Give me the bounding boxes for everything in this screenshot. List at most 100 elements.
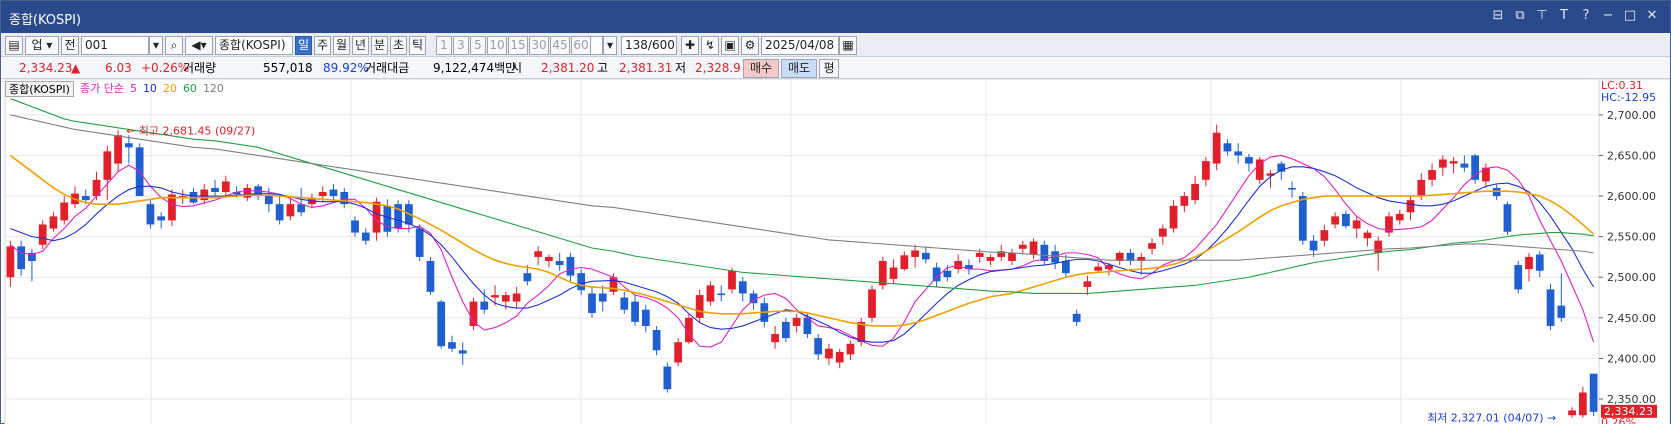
high-label: 고 bbox=[597, 61, 609, 75]
candle-body bbox=[1223, 143, 1232, 152]
candle-body bbox=[921, 252, 930, 260]
low-annotation: 최저 2,327.01 (04/07) → bbox=[1427, 412, 1556, 424]
sell-button[interactable]: 매도 bbox=[781, 59, 817, 78]
candle-body bbox=[728, 270, 736, 290]
buy-button[interactable]: 매수 bbox=[743, 59, 779, 78]
interval-button-4[interactable]: 15 bbox=[508, 36, 528, 55]
period-tab-0[interactable]: 일 bbox=[295, 36, 312, 55]
candle-body bbox=[1309, 240, 1318, 251]
window-link-icon[interactable]: ⧉ bbox=[1512, 8, 1528, 24]
candle-body bbox=[1158, 228, 1167, 237]
gear-icon[interactable]: ⚙ bbox=[741, 36, 759, 55]
hc-label: HC:-12.95 bbox=[1601, 91, 1656, 104]
candle-body bbox=[1169, 205, 1178, 229]
price-chart[interactable]: 2,700.00 2,650.00 2,600.00 2,550.00 2,500.00… bbox=[1, 78, 1671, 424]
candle-body bbox=[1460, 163, 1469, 168]
market-label: 업 bbox=[31, 38, 43, 52]
candle-body bbox=[1298, 196, 1307, 241]
legend-ma10: 10 bbox=[142, 82, 157, 95]
high-annotation: ← 최고 2,681.45 (09/27) bbox=[126, 124, 255, 137]
chart-legend: 종합(KOSPI) 종가 단순 5 10 20 60 120 bbox=[5, 81, 224, 97]
candle-body bbox=[588, 293, 596, 313]
eval-button[interactable]: 평 bbox=[819, 59, 839, 78]
code-input[interactable]: 001 bbox=[81, 36, 149, 55]
candle-body bbox=[1406, 200, 1415, 213]
compare-icon[interactable]: ↯ bbox=[701, 36, 719, 55]
search-icon[interactable]: ⌕ bbox=[165, 36, 183, 55]
candle-body bbox=[1072, 313, 1081, 322]
candle-body bbox=[1589, 373, 1598, 412]
calendar-icon[interactable]: ▦ bbox=[839, 36, 857, 55]
candle-body bbox=[318, 191, 327, 197]
interval-button-5[interactable]: 30 bbox=[529, 36, 549, 55]
quote-bar: 2,334.23 ▲ 6.03 +0.26% 거래량 557,018 89.92… bbox=[1, 57, 1670, 79]
volume-pct: 89.92% bbox=[323, 61, 369, 75]
candle-body bbox=[738, 281, 747, 294]
period-tab-5[interactable]: 초 bbox=[390, 36, 407, 55]
help-icon[interactable]: ? bbox=[1578, 8, 1594, 24]
price-change-pct: +0.26% bbox=[141, 61, 190, 75]
interval-button-2[interactable]: 5 bbox=[470, 36, 486, 55]
candle-body bbox=[663, 366, 672, 390]
legend-ma5: 5 bbox=[129, 82, 137, 95]
prev-button[interactable]: 전 bbox=[61, 36, 79, 55]
candle-body bbox=[943, 270, 952, 278]
code-dropdown-icon[interactable]: ▾ bbox=[149, 36, 163, 55]
candle-body bbox=[60, 202, 69, 221]
legend-ma20: 20 bbox=[162, 82, 177, 95]
candle-body bbox=[534, 251, 543, 257]
candle-body bbox=[555, 261, 564, 266]
crosshair-icon[interactable]: ✚ bbox=[681, 36, 699, 55]
market-select[interactable]: 업 ▾ bbox=[25, 36, 59, 55]
low-label: 저 bbox=[675, 61, 687, 75]
candle-body bbox=[491, 295, 499, 298]
settings-icon[interactable]: ▤ bbox=[5, 36, 23, 55]
candle-body bbox=[1578, 392, 1587, 416]
toolbar: ▤ 업 ▾ 전 001 ▾ ⌕ ◀▾ 종합(KOSPI) 1 ▾ 138/600… bbox=[1, 33, 1670, 57]
candle-body bbox=[878, 261, 887, 286]
candle-body bbox=[835, 351, 844, 363]
y-tick-label: 2,600.00 bbox=[1607, 190, 1656, 203]
candle-body bbox=[512, 293, 521, 302]
close-icon[interactable]: ✕ bbox=[1644, 8, 1660, 24]
candle-body bbox=[771, 334, 779, 343]
y-tick-label: 2,400.00 bbox=[1607, 352, 1656, 365]
candle-body bbox=[1331, 216, 1340, 225]
font-t-icon[interactable]: T bbox=[1556, 8, 1572, 24]
sound-icon[interactable]: ◀▾ bbox=[185, 36, 213, 55]
candle-body bbox=[641, 309, 650, 326]
candle-body bbox=[975, 252, 984, 257]
count-input[interactable]: 138/600 bbox=[621, 36, 677, 55]
candle-body bbox=[631, 301, 639, 322]
period-tab-4[interactable]: 분 bbox=[371, 36, 388, 55]
candle-body bbox=[674, 342, 683, 363]
candle-body bbox=[1514, 265, 1523, 290]
interval-button-6[interactable]: 45 bbox=[550, 36, 570, 55]
period-tab-1[interactable]: 주 bbox=[314, 36, 331, 55]
interval-button-7[interactable]: 60 bbox=[571, 36, 591, 55]
window-layout-icon[interactable]: ⊟ bbox=[1490, 8, 1506, 24]
date-input[interactable]: 2025/04/08 bbox=[761, 36, 839, 55]
save-icon[interactable]: ▣ bbox=[721, 36, 739, 55]
candle-body bbox=[1525, 256, 1533, 270]
candle-body bbox=[1320, 230, 1329, 241]
candle-body bbox=[211, 187, 219, 192]
maximize-icon[interactable]: □ bbox=[1622, 8, 1638, 24]
candle-body bbox=[329, 189, 338, 197]
minimize-icon[interactable]: − bbox=[1600, 8, 1616, 24]
interval-button-1[interactable]: 3 bbox=[453, 36, 469, 55]
chart-svg: 2,700.00 2,650.00 2,600.00 2,550.00 2,500.00… bbox=[4, 78, 1671, 424]
interval-button-0[interactable]: 1 bbox=[436, 36, 452, 55]
period-tab-2[interactable]: 월 bbox=[333, 36, 350, 55]
name-field[interactable]: 종합(KOSPI) bbox=[215, 36, 293, 55]
interval-button-3[interactable]: 10 bbox=[487, 36, 507, 55]
period-tab-3[interactable]: 년 bbox=[352, 36, 369, 55]
chart-window: 종합(KOSPI) ⊟ ⧉ ⊤ T ? − □ ✕ ▤ 업 ▾ 전 001 ▾ … bbox=[0, 0, 1671, 424]
interval-dropdown-icon[interactable]: ▾ bbox=[603, 36, 617, 55]
candle-body bbox=[1212, 132, 1221, 164]
candle-body bbox=[157, 216, 166, 221]
candle-body bbox=[954, 261, 963, 270]
period-tab-6[interactable]: 틱 bbox=[409, 36, 426, 55]
candle-body bbox=[577, 273, 586, 291]
pin-icon[interactable]: ⊤ bbox=[1534, 8, 1550, 24]
